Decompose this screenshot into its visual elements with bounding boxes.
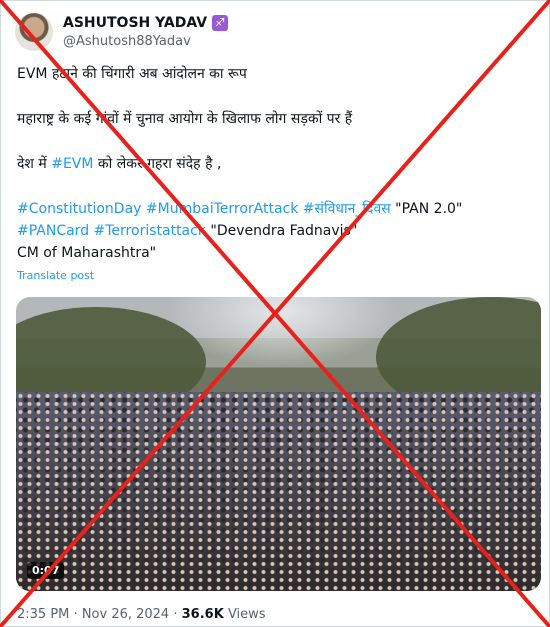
hashtag-link[interactable]: #MumbaiTerrorAttack [146,201,298,217]
post-text-segment: देश में [17,156,52,172]
meta-separator: · [73,607,78,622]
sagittarius-badge-icon: ♐ [212,15,229,31]
post-text-line: EVM हटाने की चिंगारी अब आंदोलन का रूप [17,65,247,83]
post-text-line: देश में #EVM को लेकर गहरा संदेह है , [17,155,221,173]
hashtag-link[interactable]: #PANCard [17,223,89,239]
post-text-line: #PANCard #Terroristattack "Devendra Fadn… [17,222,357,240]
author-handle[interactable]: @Ashutosh88Yadav [63,34,191,49]
post-text-line: CM of Maharashtra" [17,244,156,262]
post-time[interactable]: 2:35 PM [17,607,69,622]
post-text-line: #ConstitutionDay #MumbaiTerrorAttack #सं… [17,200,462,218]
video-timestamp: 0:07 [27,562,65,579]
video-player[interactable] [16,297,541,591]
post-text-segment: EVM हटाने की चिंगारी अब आंदोलन का रूप [17,66,247,82]
author-name[interactable]: ASHUTOSH YADAV ♐ [63,15,229,31]
hashtag-link[interactable]: #संविधान_दिवस [303,201,391,217]
meta-separator-2: · [173,607,178,622]
post-text-segment: को लेकर गहरा संदेह है , [93,156,222,172]
tweet-card: ASHUTOSH YADAV ♐ @Ashutosh88Yadav EVM हट… [0,0,550,627]
translate-post-link[interactable]: Translate post [17,269,94,282]
hashtag-link[interactable]: #EVM [51,156,93,172]
post-text-segment: CM of Maharashtra" [17,245,157,261]
video-crowd-frame [16,392,541,591]
post-meta: 2:35 PM · Nov 26, 2024 · 36.6K Views [17,607,266,622]
avatar[interactable] [15,13,53,51]
hashtag-link[interactable]: #ConstitutionDay [17,201,141,217]
views-label: Views [227,607,266,622]
post-text-segment: महाराष्ट्र के कई गांवों में चुनाव आयोग क… [17,111,353,127]
hashtag-link[interactable]: #Terroristattack [94,223,206,239]
views-count: 36.6K [181,607,224,622]
post-text-segment: "PAN 2.0" [390,201,463,217]
post-text-line: महाराष्ट्र के कई गांवों में चुनाव आयोग क… [17,110,352,128]
post-date[interactable]: Nov 26, 2024 [82,607,169,622]
post-text-segment: "Devendra Fadnavis" [205,223,358,239]
author-name-text: ASHUTOSH YADAV [63,15,208,31]
